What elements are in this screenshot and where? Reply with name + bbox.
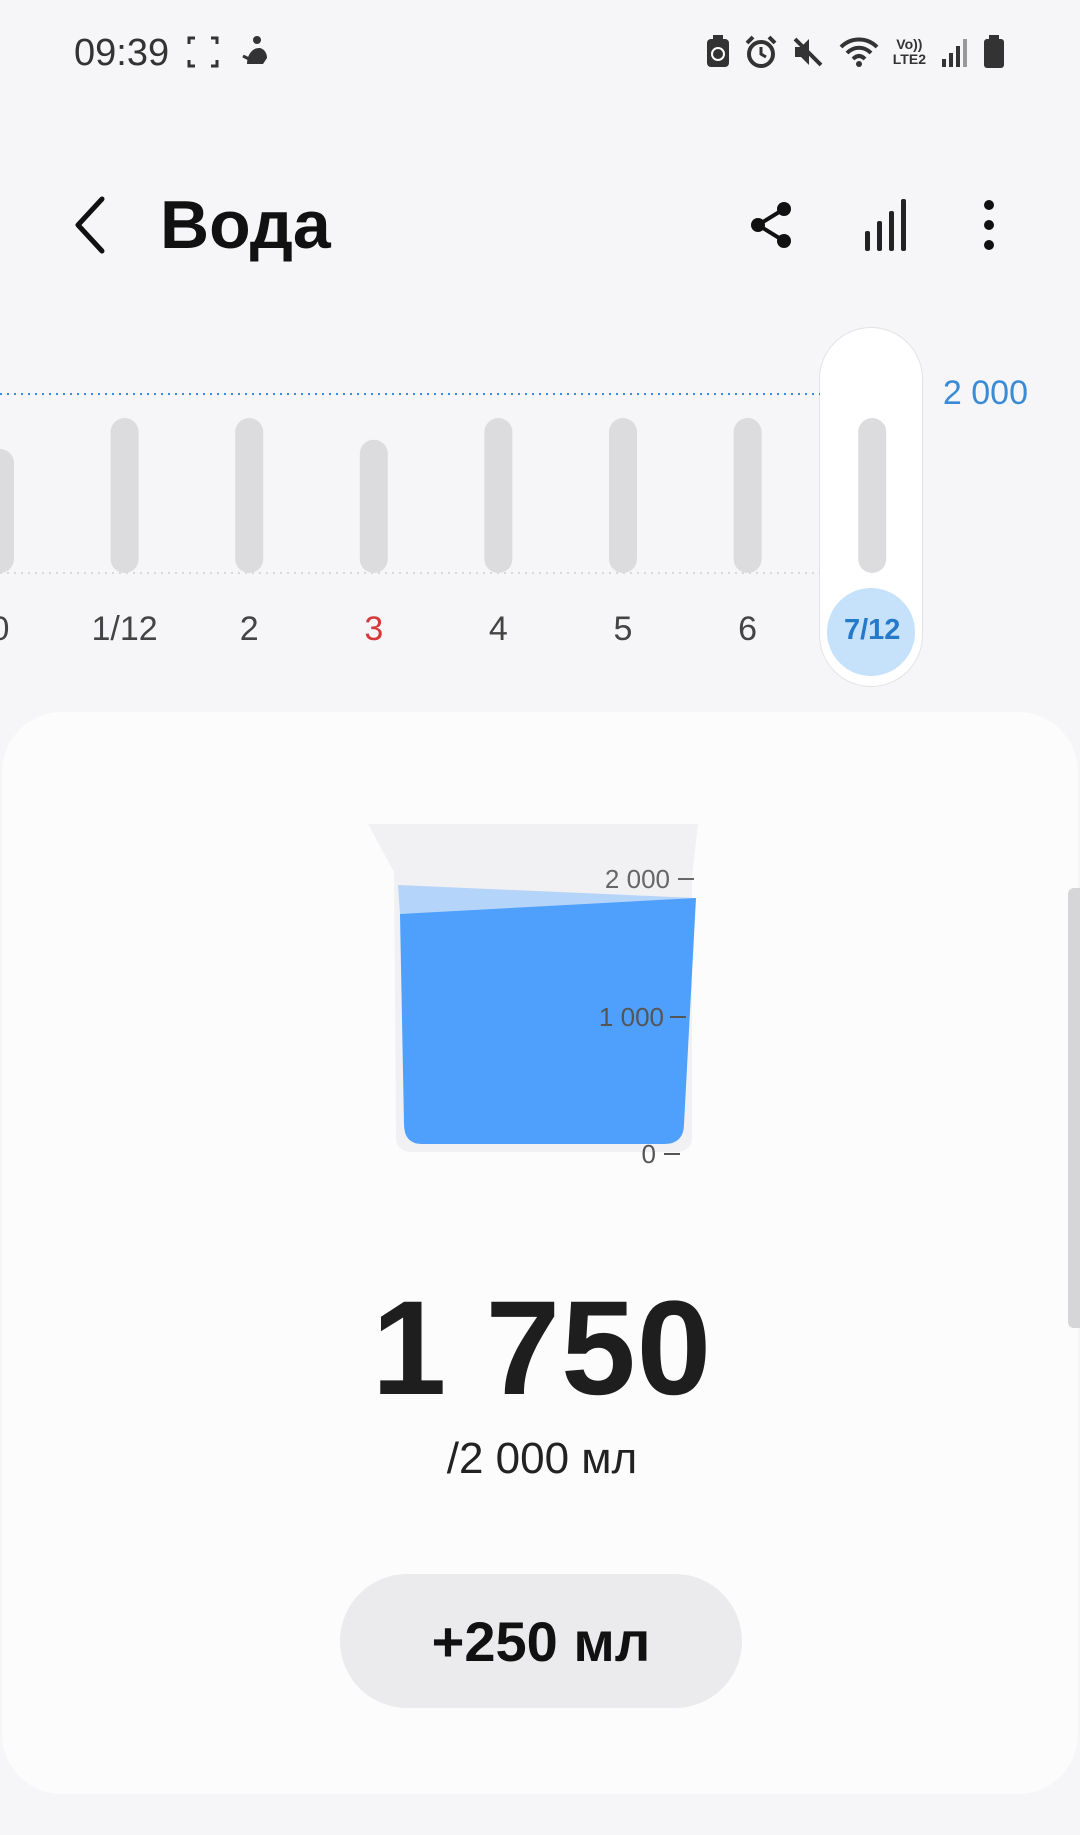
add-250ml-button[interactable]: +250 мл (340, 1574, 742, 1708)
day-column[interactable] (700, 350, 796, 690)
stats-icon (865, 199, 906, 251)
day-column[interactable] (824, 350, 920, 690)
scale-label-bottom: 0 (642, 1139, 656, 1169)
back-arrow-icon (75, 196, 105, 254)
day-column[interactable] (0, 350, 48, 690)
signal-icon (940, 35, 968, 69)
beaker-illustration: 2 000 1 000 0 (368, 824, 698, 1169)
day-column[interactable] (326, 350, 422, 690)
scale-label-mid: 1 000 (599, 1002, 664, 1032)
water-intake-card: 2 000 1 000 0 1 750 /2 000 мл +250 мл (2, 712, 1078, 1794)
app-bar: Вода (0, 160, 1080, 290)
status-bar: 09:39 Vo)) LTE2 (0, 0, 1080, 110)
day-column[interactable] (450, 350, 546, 690)
page-title: Вода (160, 187, 331, 263)
wifi-icon (839, 35, 879, 69)
status-left-icons (185, 34, 273, 70)
battery-saver-icon (705, 35, 731, 69)
day-column[interactable] (77, 350, 173, 690)
battery-icon (982, 34, 1006, 70)
accessibility-icon (237, 34, 273, 70)
more-options-button[interactable] (954, 190, 1024, 260)
scale-label-top: 2 000 (605, 864, 670, 894)
scroll-indicator[interactable] (1068, 888, 1080, 1328)
status-time: 09:39 (74, 32, 170, 74)
mute-icon (791, 35, 825, 69)
current-amount: 1 750 (371, 1274, 713, 1423)
weekly-water-chart: 2 000 01/12234567/12 (0, 320, 1080, 700)
network-type-label: Vo)) LTE2 (892, 36, 926, 67)
status-right-icons: Vo)) LTE2 (705, 34, 1006, 70)
stats-button[interactable] (853, 190, 923, 260)
back-button[interactable] (60, 190, 120, 260)
day-column[interactable] (575, 350, 671, 690)
goal-label: 2 000 (942, 374, 1028, 412)
day-column[interactable] (201, 350, 297, 690)
share-icon (751, 202, 791, 248)
goal-amount: /2 000 мл (446, 1434, 638, 1483)
more-icon (984, 200, 994, 250)
alarm-icon (745, 35, 777, 69)
share-button[interactable] (737, 190, 807, 260)
screenshot-icon (185, 34, 221, 70)
